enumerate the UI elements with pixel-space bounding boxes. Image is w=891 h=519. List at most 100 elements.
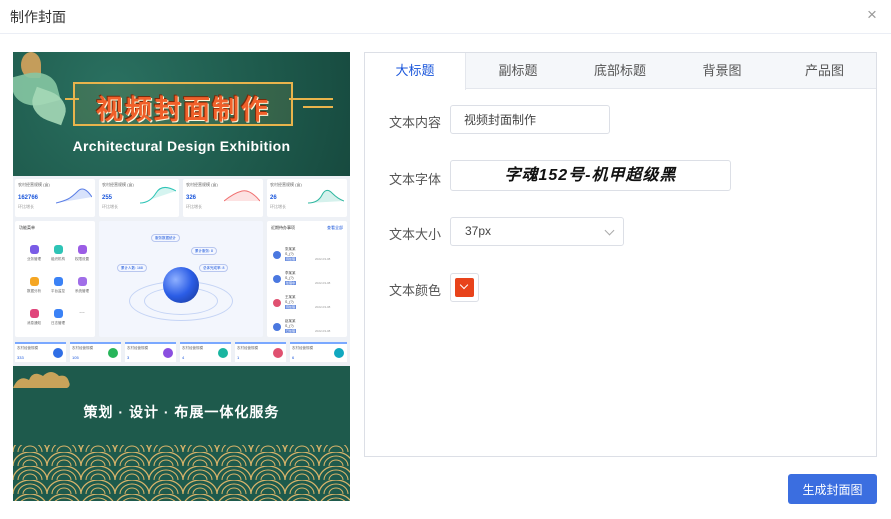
stat-value: 162766 [18,195,39,201]
stat-card: 农村经营规模 (亩) 255 环比增长 [99,179,179,217]
preview-product-image: 农村经营规模 (亩) 162766 环比增长 农村经营规模 (亩) 255 环比… [13,176,350,366]
summary-icon [334,348,344,358]
menu-item-label: 权限设置 [75,257,89,261]
sparkline-chart [56,188,92,204]
hub-sphere-icon [163,267,199,303]
summary-icon [273,348,283,358]
summary-value: 3 [127,355,130,360]
preview-title: 视频封面制作 [96,95,270,125]
summary-value: 333 [17,355,24,360]
sparkline-chart [140,187,176,204]
summary-icon [53,348,63,358]
menu-item-label: 消息通知 [27,321,41,325]
task-panel-title: 近期待办事项 [271,225,295,230]
hub-label: 累计服务: 8 [191,247,217,255]
task-time: 2022-03-08 [315,257,331,261]
task-detail: S_(?) [285,252,294,256]
menu-item-label: 日志管理 [51,321,65,325]
preview-title-frame: 视频封面制作 [73,82,293,126]
font-selector[interactable]: 字魂152号-机甲超级黑 [450,160,731,191]
summary-label: 农村经营规模 [17,346,38,350]
tab-subtitle[interactable]: 副标题 [467,53,569,89]
menu-item-icon [30,277,39,286]
preview-subtitle: Architectural Design Exhibition [72,138,291,154]
color-picker[interactable] [450,273,479,302]
menu-item-label: 组织机构 [51,257,65,261]
summary-value: 1 [237,355,240,360]
stat-sub: 环比增长 [186,204,202,209]
dialog-header: 制作封面 × [0,0,891,34]
tab-bottom-title[interactable]: 底部标题 [569,53,671,89]
generate-cover-button[interactable]: 生成封面图 [788,474,877,504]
task-time: 2022-03-08 [315,281,331,285]
avatar [273,251,281,259]
summary-value: 105 [72,355,79,360]
summary-label: 农村经营规模 [72,346,93,350]
menu-item-label: 系统管理 [75,289,89,293]
avatar [273,299,281,307]
tab-main-title[interactable]: 大标题 [365,53,466,90]
task-tag: 待处理 [285,305,297,309]
preview-bottom-band: 策划 · 设计 · 布展一体化服务 [13,366,350,501]
preview-top-band: 视频封面制作 Architectural Design Exhibition [13,52,350,176]
stat-value: 26 [270,195,277,201]
task-panel-link: 查看全部 [327,225,343,230]
menu-item-icon [54,245,63,254]
tab-background[interactable]: 背景图 [671,53,773,89]
hub-label: 服务数据统计 [151,234,180,242]
size-select[interactable]: 37px [450,217,624,246]
stat-card: 农村经营规模 (亩) 162766 环比增长 [15,179,95,217]
task-tag: 待处理 [285,257,297,261]
task-time: 2022-03-08 [315,305,331,309]
chevron-down-icon [604,225,615,236]
stat-label: 农村经营规模 (亩) [102,182,134,187]
summary-card: 农村经营规模 1 [235,342,286,362]
cloud-ornament-icon [13,372,70,388]
stat-card: 农村经营规模 (亩) 26 环比增长 [267,179,347,217]
stat-value: 255 [102,195,113,201]
task-detail: S_(?) [285,276,294,280]
color-swatch [455,278,474,297]
cover-preview: 视频封面制作 Architectural Design Exhibition 农… [13,52,350,501]
summary-icon [108,348,118,358]
avatar [273,275,281,283]
summary-label: 农村经营规模 [182,346,203,350]
menu-panel-title: 功能菜单 [19,225,35,230]
summary-card: 农村经营规模 3 [125,342,176,362]
sparkline-chart [308,189,344,204]
summary-value: 4 [182,355,185,360]
stat-label: 农村经营规模 (亩) [18,182,50,187]
task-panel: 近期待办事项 查看全部 张某某 S_(?) 待处理 2022-03-08 李某某… [267,221,347,337]
gold-accent-line [303,106,333,108]
summary-icon [218,348,228,358]
task-tag: 已处理 [285,329,297,333]
stat-value: 326 [186,195,197,201]
dialog-title: 制作封面 [10,9,66,25]
avatar [273,323,281,331]
wave-pattern-icon [13,445,350,501]
menu-item-icon [54,277,63,286]
stat-sub: 环比增长 [102,204,118,209]
text-content-input[interactable] [450,105,610,134]
menu-item-label: 平台监控 [51,289,65,293]
summary-icon [163,348,173,358]
close-icon[interactable]: × [863,5,881,25]
font-label: 文本字体 [389,172,442,187]
stat-sub: 环比增长 [270,204,286,209]
summary-card: 农村经营规模 333 [15,342,66,362]
menu-more-label: … [79,309,85,315]
sparkline-chart [224,190,260,202]
task-time: 2022-03-08 [315,329,331,333]
task-detail: S_(?) [285,324,294,328]
task-detail: S_(?) [285,300,294,304]
preview-slogan: 策划 · 设计 · 布展一体化服务 [83,404,280,420]
menu-item-icon [54,309,63,318]
stat-card: 农村经营规模 (亩) 326 环比增长 [183,179,263,217]
stat-label: 农村经营规模 (亩) [270,182,302,187]
summary-label: 农村经营规模 [292,346,313,350]
summary-value: 6 [292,355,295,360]
size-select-value: 37px [465,224,492,238]
leaf-decoration-icon [27,86,71,126]
tab-product-image[interactable]: 产品图 [773,53,876,89]
summary-card: 农村经营规模 6 [290,342,347,362]
